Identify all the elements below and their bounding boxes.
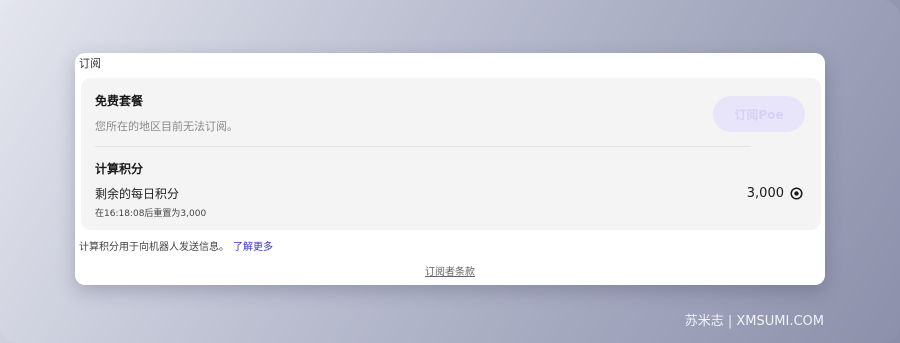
screenshot-frame: 订阅 免费套餐 您所在的地区目前无法订阅。 订阅Poe 计算积分 剩余的每日积分… [0, 0, 900, 343]
remaining-credits-label: 剩余的每日积分 [95, 187, 180, 201]
card-title: 订阅 [79, 57, 101, 70]
credits-title: 计算积分 [95, 162, 144, 176]
learn-more-link[interactable]: 了解更多 [233, 242, 273, 253]
watermark: 苏米志 | XMSUMI.COM [684, 314, 824, 329]
subscribe-button[interactable]: 订阅Poe [713, 96, 805, 132]
credits-footnote: 计算积分用于向机器人发送信息。 了解更多 [79, 238, 273, 253]
plan-panel: 免费套餐 您所在的地区目前无法订阅。 订阅Poe 计算积分 剩余的每日积分 在1… [81, 78, 821, 230]
reset-note: 在16:18:08后重置为3,000 [95, 209, 207, 219]
subscription-card: 订阅 免费套餐 您所在的地区目前无法订阅。 订阅Poe 计算积分 剩余的每日积分… [75, 53, 825, 285]
plan-description: 您所在的地区目前无法订阅。 [95, 120, 238, 133]
credit-coin-icon [790, 187, 803, 200]
subscriber-terms-link[interactable]: 订阅者条款 [75, 263, 825, 278]
credits-value: 3,000 [746, 186, 784, 201]
credits-value-group: 3,000 [747, 186, 803, 201]
divider [95, 146, 751, 147]
footnote-text: 计算积分用于向机器人发送信息。 [79, 242, 229, 253]
plan-name: 免费套餐 [95, 94, 144, 108]
